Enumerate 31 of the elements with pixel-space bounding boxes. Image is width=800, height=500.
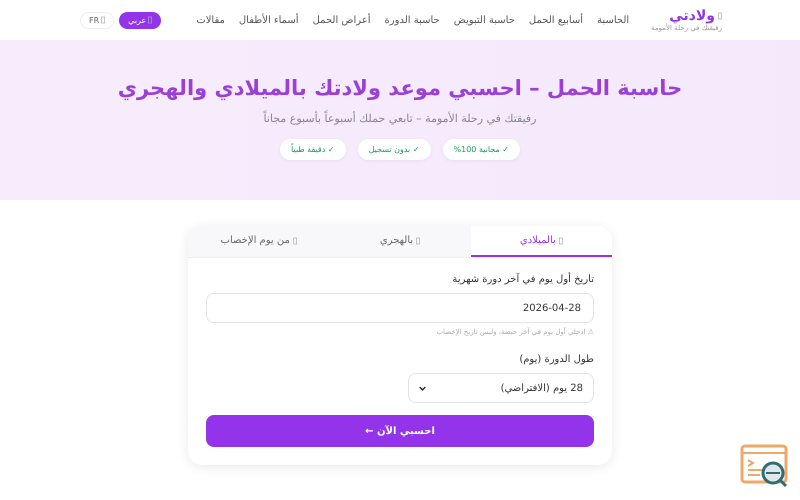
nav-link[interactable]: مقالات bbox=[196, 14, 225, 26]
tab[interactable]: بالميلادي bbox=[470, 226, 612, 257]
square-icon bbox=[101, 16, 106, 24]
field-label: طول الدورة (يوم) bbox=[518, 354, 594, 365]
nav-link[interactable]: حاسبة التبويض bbox=[454, 14, 515, 26]
cycle-select[interactable]: 28 يوم (الافتراضي) bbox=[408, 373, 594, 403]
language-button[interactable]: FR bbox=[80, 12, 114, 28]
calculate-button[interactable]: احسبي الآن ← bbox=[206, 415, 594, 447]
date-field[interactable]: 2026-04-28 bbox=[206, 293, 594, 323]
nav-link[interactable]: أعراض الحمل bbox=[312, 14, 371, 26]
nav-link[interactable]: أسماء الأطفال bbox=[238, 14, 299, 26]
feature-badge: ✓ بدون تسجيل bbox=[358, 139, 431, 160]
square-icon bbox=[718, 12, 722, 20]
tab[interactable]: من يوم الإخصاب bbox=[188, 226, 330, 257]
field-label: تاريخ أول يوم في آخر دورة شهرية bbox=[451, 274, 594, 285]
search-widget-icon[interactable] bbox=[740, 444, 790, 488]
nav-link[interactable]: الحاسبة bbox=[597, 14, 630, 26]
square-icon bbox=[292, 236, 297, 244]
logo-title: ولادتي bbox=[669, 8, 715, 24]
square-icon bbox=[148, 16, 152, 24]
nav-link[interactable]: حاسبة الدورة bbox=[384, 14, 440, 26]
square-icon bbox=[558, 236, 563, 244]
page-title: حاسبة الحمل – احسبي موعد ولادتك بالميلادي والهجري bbox=[118, 76, 682, 100]
tab[interactable]: بالهجري bbox=[329, 226, 471, 257]
chevron-down-icon bbox=[419, 386, 426, 390]
nav-link[interactable]: أسابيع الحمل bbox=[528, 14, 584, 26]
feature-badge: ✓ مجانية 100% bbox=[442, 139, 520, 160]
language-button[interactable]: عربي bbox=[119, 12, 162, 28]
feature-badge: ✓ دقيقة طبياً bbox=[280, 139, 346, 160]
square-icon bbox=[416, 236, 420, 244]
subtitle: رفيقتك في رحلة الأمومة – تابعي حملك أسبوعاً بأسبوع مجاناً bbox=[264, 112, 536, 125]
